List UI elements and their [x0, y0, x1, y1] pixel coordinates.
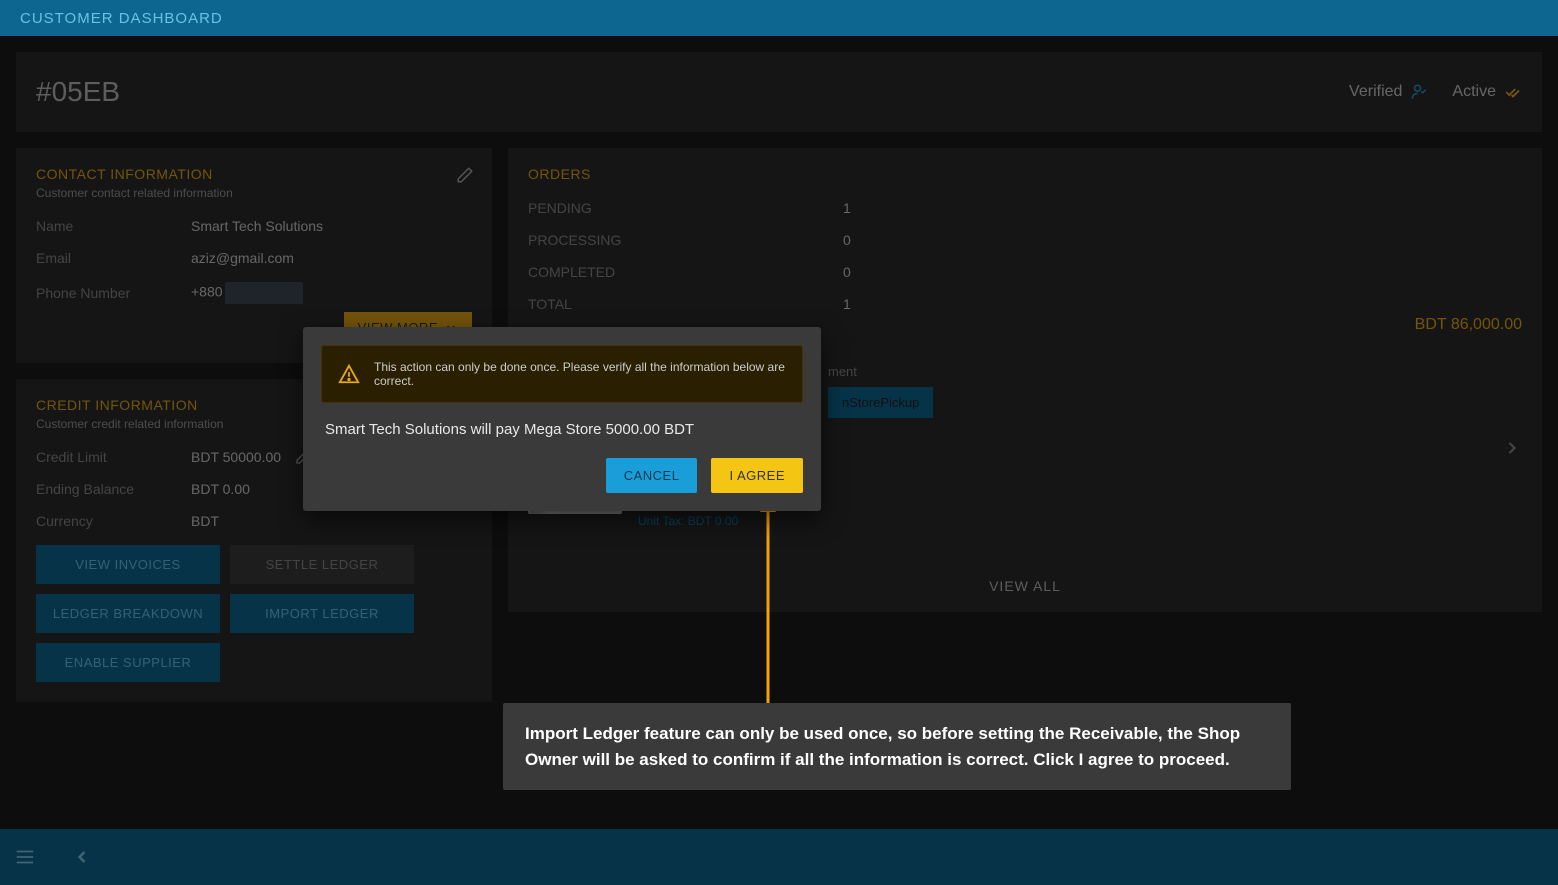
customer-id: #05EB — [36, 76, 120, 108]
header-row: #05EB Verified Active — [16, 52, 1542, 132]
balance-value: BDT 0.00 — [191, 481, 250, 497]
contact-subtitle: Customer contact related information — [36, 186, 472, 200]
cancel-button[interactable]: CANCEL — [606, 458, 698, 493]
chevron-left-icon[interactable] — [72, 847, 92, 867]
name-label: Name — [36, 218, 191, 234]
double-check-icon — [1504, 83, 1522, 101]
order-total-amount: BDT 86,000.00 — [1415, 316, 1522, 334]
active-label: Active — [1452, 83, 1496, 101]
annotation-caption: Import Ledger feature can only be used o… — [503, 703, 1291, 790]
contact-phone-row: Phone Number +880 — [36, 282, 472, 304]
email-value: aziz@gmail.com — [191, 250, 294, 266]
balance-label: Ending Balance — [36, 481, 191, 497]
modal-buttons: CANCEL I AGREE — [321, 458, 803, 493]
phone-prefix: +880 — [191, 284, 223, 300]
email-label: Email — [36, 250, 191, 266]
active-status: Active — [1452, 83, 1522, 101]
verified-label: Verified — [1349, 83, 1402, 101]
user-check-icon — [1410, 83, 1428, 101]
pending-stat: PENDING 1 — [528, 200, 1522, 216]
verified-status: Verified — [1349, 83, 1428, 101]
credit-limit-value: BDT 50000.00 — [191, 449, 281, 465]
contact-title: CONTACT INFORMATION — [36, 166, 472, 182]
currency-value: BDT — [191, 513, 219, 529]
processing-value: 0 — [843, 232, 851, 248]
pending-label: PENDING — [528, 200, 843, 216]
total-label: TOTAL — [528, 296, 843, 312]
credit-limit-label: Credit Limit — [36, 449, 191, 465]
enable-supplier-button[interactable]: ENABLE SUPPLIER — [36, 643, 220, 682]
order-chevron[interactable] — [1502, 438, 1522, 463]
page-title: CUSTOMER DASHBOARD — [20, 10, 223, 27]
view-all-button[interactable]: VIEW ALL — [528, 578, 1522, 594]
total-value: 1 — [843, 296, 851, 312]
settle-ledger-button: SETTLE LEDGER — [230, 545, 414, 584]
chevron-right-icon — [1502, 438, 1522, 458]
view-invoices-button[interactable]: VIEW INVOICES — [36, 545, 220, 584]
phone-label: Phone Number — [36, 285, 191, 301]
completed-value: 0 — [843, 264, 851, 280]
processing-label: PROCESSING — [528, 232, 843, 248]
total-stat: TOTAL 1 — [528, 296, 1522, 312]
edit-contact-button[interactable] — [456, 166, 474, 189]
processing-stat: PROCESSING 0 — [528, 232, 1522, 248]
completed-stat: COMPLETED 0 — [528, 264, 1522, 280]
confirm-modal: This action can only be done once. Pleas… — [303, 327, 821, 511]
product-tax: Unit Tax: BDT 0.00 — [638, 514, 760, 528]
fulfillment-label-partial: ment — [828, 364, 1522, 379]
agree-button[interactable]: I AGREE — [711, 458, 803, 493]
top-bar: CUSTOMER DASHBOARD — [0, 0, 1558, 36]
contact-name-row: Name Smart Tech Solutions — [36, 218, 472, 234]
warning-triangle-icon — [338, 363, 360, 385]
completed-label: COMPLETED — [528, 264, 843, 280]
pencil-icon — [456, 166, 474, 184]
hamburger-icon[interactable] — [14, 846, 36, 868]
annotation-arrow — [753, 498, 783, 708]
phone-value: +880 — [191, 282, 303, 304]
bottom-bar — [0, 829, 1558, 885]
import-ledger-button[interactable]: IMPORT LEDGER — [230, 594, 414, 633]
phone-masked — [225, 282, 303, 304]
contact-email-row: Email aziz@gmail.com — [36, 250, 472, 266]
status-group: Verified Active — [1349, 83, 1522, 101]
warning-box: This action can only be done once. Pleas… — [321, 345, 803, 403]
pending-value: 1 — [843, 200, 851, 216]
name-value: Smart Tech Solutions — [191, 218, 323, 234]
currency-row: Currency BDT — [36, 513, 472, 529]
orders-title: ORDERS — [528, 166, 1522, 182]
ledger-breakdown-button[interactable]: LEDGER BREAKDOWN — [36, 594, 220, 633]
credit-buttons: VIEW INVOICES SETTLE LEDGER LEDGER BREAK… — [36, 545, 472, 682]
modal-message: Smart Tech Solutions will pay Mega Store… — [325, 421, 799, 438]
currency-label: Currency — [36, 513, 191, 529]
pickup-badge[interactable]: nStorePickup — [828, 387, 933, 418]
warning-text: This action can only be done once. Pleas… — [374, 360, 786, 388]
